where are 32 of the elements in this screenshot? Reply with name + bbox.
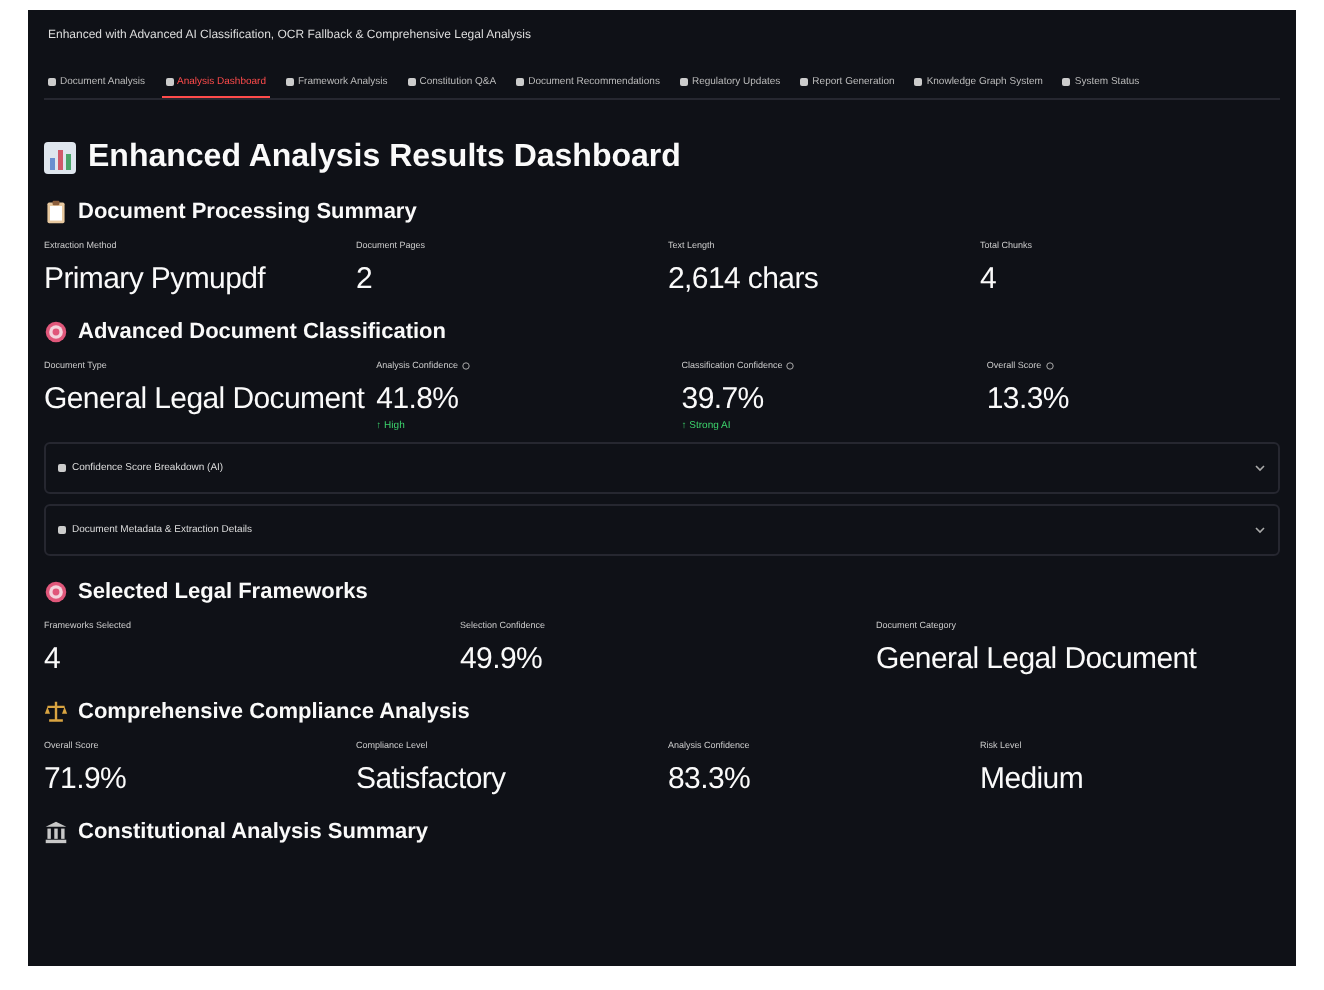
help-icon[interactable] [461, 361, 470, 369]
metric-value: 4 [980, 262, 999, 296]
section-heading: Advanced Document Classification [78, 320, 446, 344]
bar-chart-icon [44, 142, 76, 174]
metric-value: Primary Pymupdf [44, 262, 268, 296]
clipboard-icon [44, 200, 68, 224]
help-icon[interactable] [1045, 361, 1054, 369]
page-heading: Enhanced Analysis Results Dashboard [88, 140, 681, 176]
section-heading: Constitutional Analysis Summary [78, 820, 429, 844]
section-heading: Comprehensive Compliance Analysis [78, 700, 470, 724]
metric-value: 4 [44, 642, 63, 676]
target-icon [44, 320, 68, 344]
metric-value: General Legal Document [876, 642, 1199, 676]
metric-value: 49.9% [460, 642, 545, 676]
scales-icon [44, 700, 68, 724]
metric-value: 71.9% [44, 762, 129, 796]
metric-value: 2,614 chars [668, 262, 821, 296]
metric-value: General Legal Document [44, 382, 365, 416]
metric-value: 13.3% [986, 382, 1071, 416]
building-icon [44, 820, 68, 844]
chevron-icon [1254, 524, 1266, 536]
section-heading: Selected Legal Frameworks [78, 580, 368, 604]
metric-value: 2 [356, 262, 375, 296]
metric-value: 83.3% [668, 762, 753, 796]
metric-value: Satisfactory [356, 762, 508, 796]
target-icon [44, 580, 68, 604]
chevron-icon [1254, 462, 1266, 474]
metric-value: Medium [980, 762, 1086, 796]
section-heading: Document Processing Summary [78, 200, 417, 224]
help-icon[interactable] [786, 361, 795, 369]
metric-value: 39.7% [681, 382, 766, 416]
metric-value: 41.8% [376, 382, 461, 416]
